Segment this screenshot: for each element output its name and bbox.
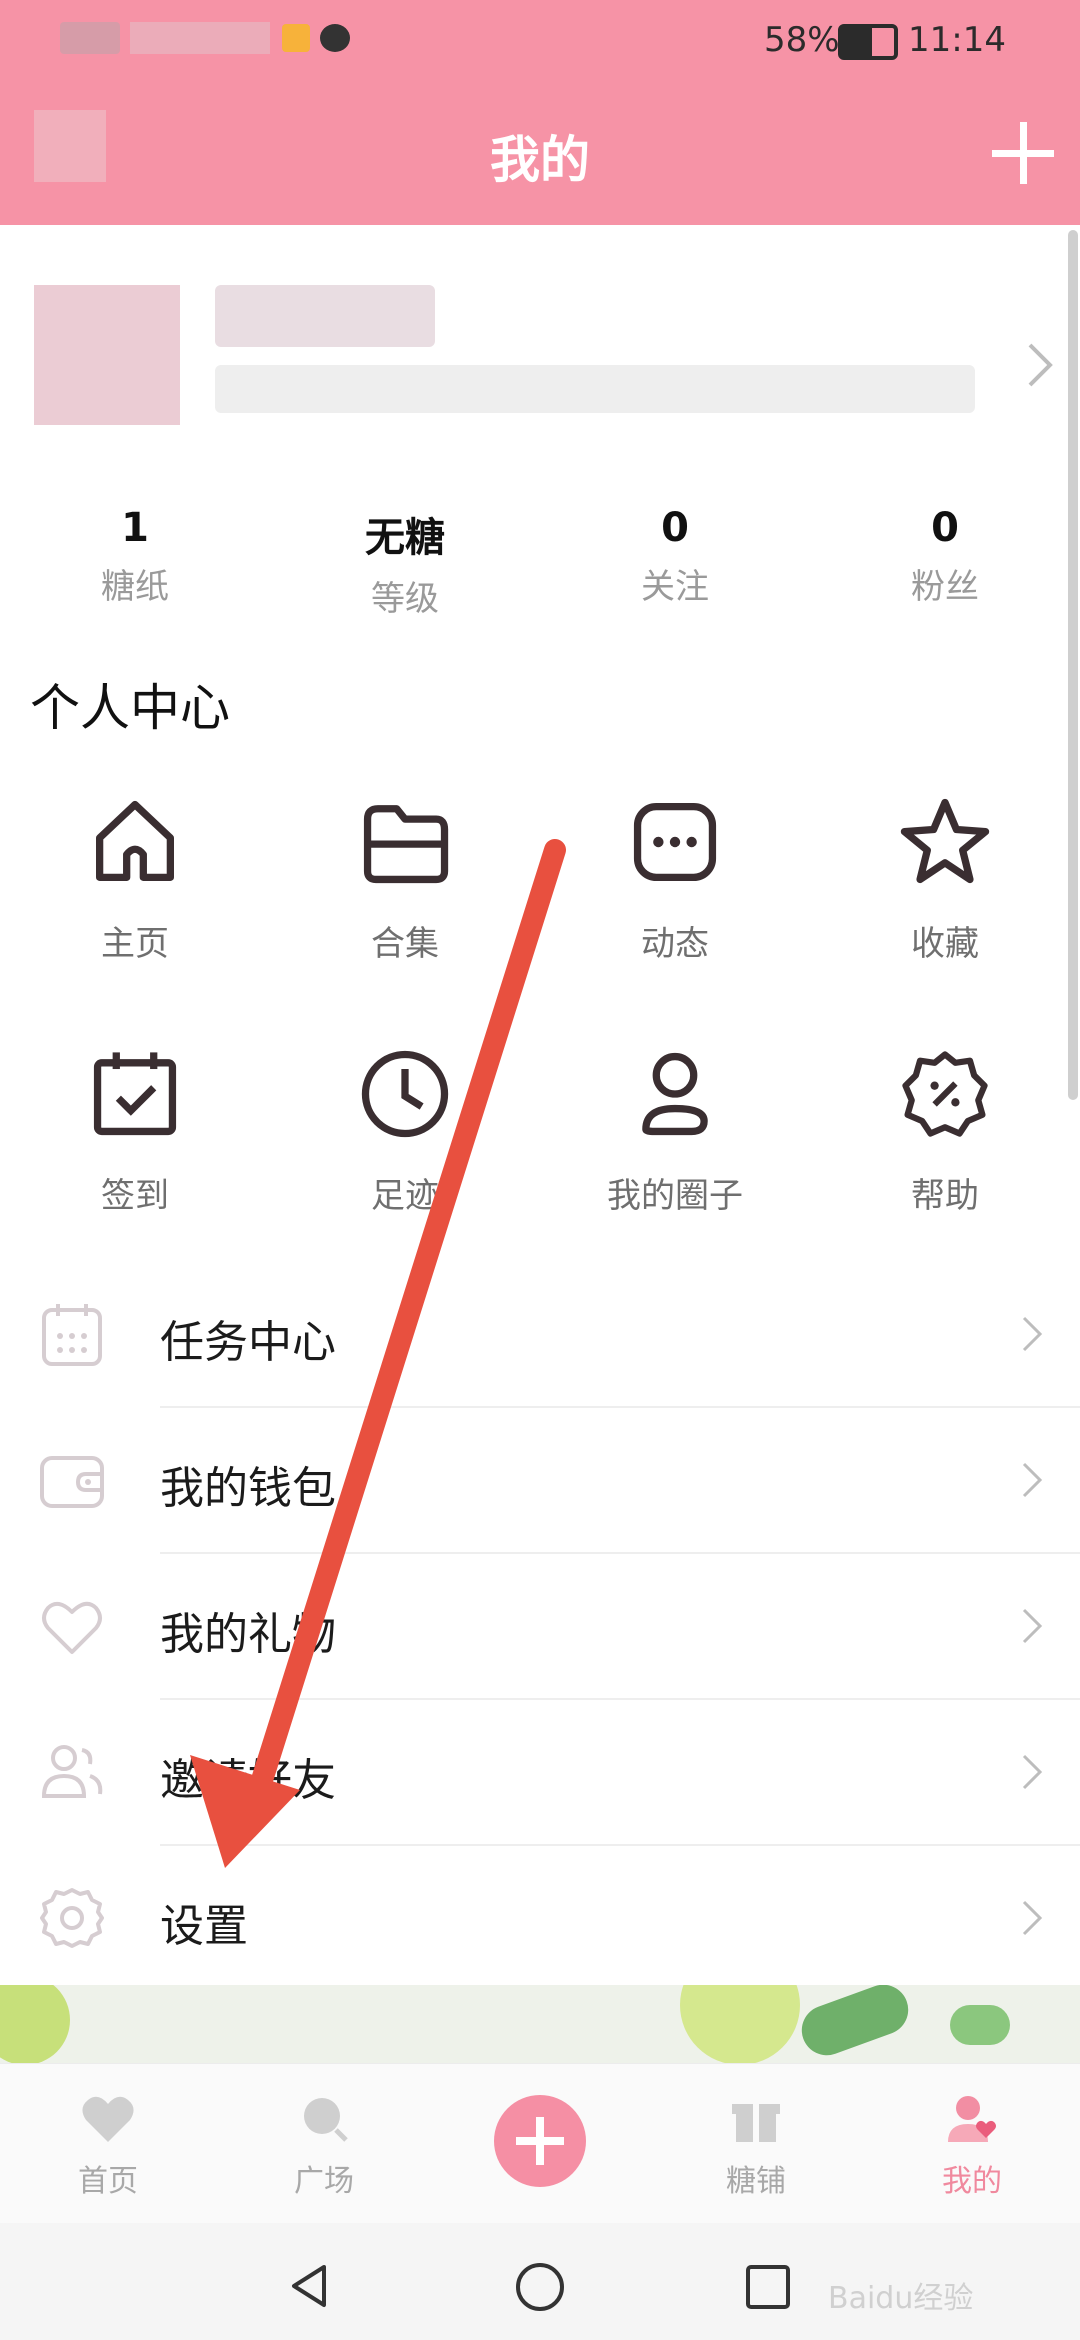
add-button[interactable]	[988, 118, 1058, 188]
avatar	[34, 285, 180, 425]
tab-shop[interactable]: 糖铺	[648, 2094, 864, 2200]
chevron-right-icon	[1022, 1900, 1043, 1936]
grid-item-collection[interactable]: 合集	[270, 790, 540, 965]
chevron-right-icon	[1022, 1608, 1043, 1644]
tab-label: 我的	[942, 2164, 1002, 2199]
menu-task-center[interactable]: 任务中心	[0, 1262, 1080, 1408]
tab-mine[interactable]: 我的	[864, 2094, 1080, 2200]
chevron-right-icon	[1028, 343, 1053, 387]
stat-followers[interactable]: 0 粉丝	[810, 505, 1080, 608]
search-tab-icon	[304, 2098, 348, 2142]
stat-tangzhi[interactable]: 1 糖纸	[0, 505, 270, 608]
username-blur	[215, 285, 435, 347]
battery-icon	[838, 24, 898, 60]
grid-label: 合集	[371, 924, 439, 964]
grid-label: 主页	[101, 924, 169, 964]
grid-item-checkin[interactable]: 签到	[0, 1042, 270, 1217]
grid-item-my-circles[interactable]: 我的圈子	[540, 1042, 810, 1217]
grid-item-help[interactable]: 帮助	[810, 1042, 1080, 1217]
tab-label: 首页	[78, 2164, 138, 2199]
bio-blur	[215, 365, 975, 413]
invite-friends-icon	[41, 1745, 103, 1798]
gift-tab-icon	[732, 2104, 780, 2142]
gear-icon	[40, 1888, 104, 1948]
scrollbar[interactable]	[1068, 230, 1078, 1100]
promo-banner[interactable]	[0, 1985, 1080, 2065]
top-bar: 58% 11:14 我的	[0, 0, 1080, 225]
battery-percent: 58%	[764, 20, 840, 60]
tab-square[interactable]: 广场	[216, 2094, 432, 2200]
menu-label: 任务中心	[160, 1317, 336, 1368]
watermark: Baidu经验	[828, 2281, 974, 2316]
stat-value: 无糖	[365, 515, 445, 561]
menu-label: 我的礼物	[160, 1609, 336, 1660]
stat-following[interactable]: 0 关注	[540, 505, 810, 608]
profile-tab-icon	[948, 2096, 996, 2142]
person-icon	[642, 1052, 708, 1136]
home-nav-icon[interactable]	[514, 2261, 566, 2313]
stat-label: 粉丝	[911, 567, 979, 607]
menu-label: 我的钱包	[160, 1463, 336, 1514]
menu-label: 设置	[160, 1901, 248, 1952]
grid-item-moments[interactable]: 动态	[540, 790, 810, 965]
clock-icon	[361, 1050, 449, 1138]
chevron-right-icon	[1022, 1462, 1043, 1498]
chevron-right-icon	[1022, 1316, 1043, 1352]
calendar-icon	[42, 1304, 102, 1366]
profile-card[interactable]	[0, 225, 1080, 490]
chat-bubble-icon	[633, 803, 717, 881]
menu-wallet[interactable]: 我的钱包	[0, 1408, 1080, 1554]
folder-icon	[363, 805, 449, 884]
calendar-check-icon	[93, 1052, 177, 1136]
heart-tab-icon	[82, 2096, 134, 2142]
back-icon[interactable]	[284, 2261, 334, 2311]
grid-label: 帮助	[911, 1176, 979, 1216]
grid-label: 签到	[101, 1176, 169, 1216]
menu-settings[interactable]: 设置	[0, 1846, 1080, 1992]
status-bar-left-icons	[60, 18, 390, 58]
stat-value: 1	[121, 505, 149, 551]
section-title: 个人中心	[30, 679, 230, 737]
publish-add-button[interactable]	[494, 2095, 586, 2187]
menu-label: 邀请好友	[160, 1755, 336, 1806]
menu-gifts[interactable]: 我的礼物	[0, 1554, 1080, 1700]
tab-home[interactable]: 首页	[0, 2094, 216, 2200]
menu-invite-friends[interactable]: 邀请好友	[0, 1700, 1080, 1846]
star-icon	[900, 798, 990, 884]
stat-value: 0	[661, 505, 689, 551]
page-title: 我的	[490, 131, 590, 189]
recents-icon[interactable]	[744, 2263, 792, 2311]
stat-label: 等级	[371, 579, 439, 619]
grid-label: 我的圈子	[607, 1176, 743, 1216]
clock: 11:14	[908, 20, 1006, 60]
chevron-right-icon	[1022, 1754, 1043, 1790]
stat-value: 0	[931, 505, 959, 551]
tab-label: 糖铺	[726, 2164, 786, 2199]
grid-label: 动态	[641, 924, 709, 964]
grid-item-footprint[interactable]: 足迹	[270, 1042, 540, 1217]
stat-label: 关注	[641, 567, 709, 607]
stat-label: 糖纸	[101, 567, 169, 607]
tab-label: 广场	[294, 2164, 354, 2199]
stat-level[interactable]: 无糖 等级	[270, 505, 540, 620]
grid-label: 收藏	[911, 924, 979, 964]
grid-label: 足迹	[371, 1176, 439, 1216]
system-nav-bar: Baidu经验	[0, 2223, 1080, 2340]
grid-item-favorites[interactable]: 收藏	[810, 790, 1080, 965]
home-icon	[96, 800, 174, 881]
help-badge-icon	[902, 1051, 988, 1137]
wallet-icon	[40, 1456, 104, 1508]
grid-item-home[interactable]: 主页	[0, 790, 270, 965]
heart-icon	[42, 1601, 102, 1654]
